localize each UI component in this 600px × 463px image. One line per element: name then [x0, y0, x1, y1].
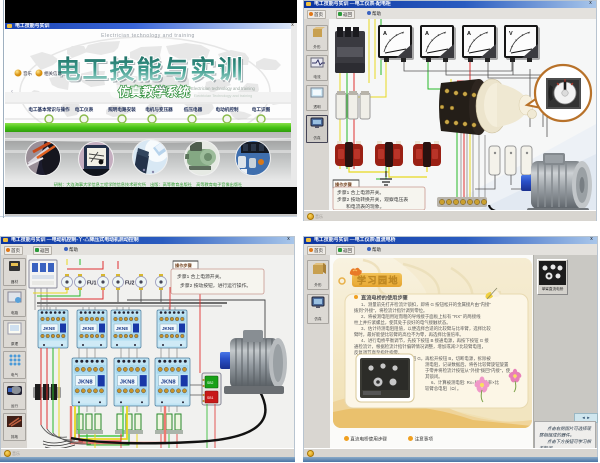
svg-text:JKN8: JKN8: [78, 379, 94, 385]
svg-text:点击下方按钮可学习相: 点击下方按钮可学习相: [547, 439, 592, 444]
svg-text:-CC: -CC: [157, 86, 166, 92]
svg-text:2、将被测电阻用短而粗的导线接于面板上标有 "RX" 的两接: 2、将被测电阻用短而粗的导线接于面板上标有 "RX" 的两接线: [361, 313, 481, 320]
svg-text:V: V: [509, 31, 513, 37]
svg-text:于零并将检流计按钮从"外接"拨回"内接"，使: 于零并将检流计按钮从"外接"拨回"内接"，使: [425, 367, 511, 374]
svg-text:音乐: 音乐: [23, 70, 32, 77]
svg-text:测电阻，记录数据后。将各比较臂旋钮旋置: 测电阻，记录数据后。将各比较臂旋钮旋置: [425, 361, 509, 368]
svg-text:JKN8: JKN8: [116, 326, 128, 331]
svg-text:步骤1 合上电源开关。: 步骤1 合上电源开关。: [337, 189, 384, 196]
svg-text:Electrician technology and tra: Electrician technology and training: [101, 33, 195, 39]
svg-text:SB2: SB2: [207, 381, 214, 385]
svg-text:电工基本常识与操作: 电工基本常识与操作: [28, 106, 70, 113]
svg-text:3、估计待测电阻阻值，以便选择合适的比较臂与比率臂，选择比较: 3、估计待测电阻阻值，以便选择合适的比较臂与比率臂，选择比较: [361, 325, 491, 332]
svg-text:柱上并拧紧螺丝，使其处于良好的电气接触状态。: 柱上并拧紧螺丝，使其处于良好的电气接触状态。: [354, 319, 451, 326]
svg-text:Electrician Technology and: Electrician Technology and training: [194, 94, 253, 98]
svg-text:FU1: FU1: [87, 281, 97, 287]
svg-text:察相组成的器件。: 察相组成的器件。: [539, 433, 574, 438]
svg-text:相关信息: 相关信息: [44, 70, 62, 77]
svg-text:低压电器: 低压电器: [183, 106, 203, 113]
svg-text:步骤1 合上电源开关。: 步骤1 合上电源开关。: [177, 273, 224, 280]
svg-text:SB1: SB1: [207, 396, 214, 400]
svg-text:研制：大连海事大学信息工程学院信息技术研究所 出版：高等教育: 研制：大连海事大学信息工程学院信息技术研究所 出版：高等教育出版社 高等教育电子…: [54, 181, 242, 187]
svg-text:A: A: [425, 31, 429, 37]
svg-text:电工仪表: 电工仪表: [75, 106, 94, 113]
svg-text:学习园地: 学习园地: [357, 275, 399, 286]
svg-text:1、测量前先打开检流计锁扣，即将 G 按钮松开的金属接片由": 1、测量前先打开检流计锁扣，即将 G 按钮松开的金属接片由"内接": [361, 301, 491, 308]
svg-text:其锁闭。: 其锁闭。: [425, 373, 443, 380]
svg-text:步骤2 按动转换开关，观察电压表: 步骤2 按动转换开关，观察电压表: [337, 196, 408, 203]
svg-text:电机与变压器: 电机与变压器: [145, 106, 173, 113]
svg-text:FU2: FU2: [125, 281, 135, 287]
svg-text:照明电路安装: 照明电路安装: [108, 106, 136, 113]
svg-text:JKN8: JKN8: [120, 379, 136, 385]
svg-text:通检流计，根据检流计指针偏转情况调整，增加或减少比较臂电阻，: 通检流计，根据检流计指针偏转情况调整，增加或减少比较臂电阻，: [354, 343, 486, 350]
svg-text:JKN8: JKN8: [43, 326, 55, 331]
svg-text:4、进行电桥平衡调节，先按下按钮 B 接通电源，再按下按钮: 4、进行电桥平衡调节，先按下按钮 B 接通电源，再按下按钮 G 接: [361, 337, 489, 344]
svg-text:JKN8: JKN8: [82, 326, 94, 331]
svg-text:A: A: [467, 31, 471, 37]
svg-text:点击右侧图片可选择观: 点击右侧图片可选择观: [547, 426, 592, 431]
svg-text:仿真教学系统: 仿真教学系统: [118, 84, 190, 99]
svg-text:步骤2 按动按钮，进行运行操作。: 步骤2 按动按钮，进行运行操作。: [180, 282, 251, 289]
svg-text:JKN8: JKN8: [161, 379, 177, 385]
svg-text:拨到"外接"，将检流计指针调到零位。: 拨到"外接"，将检流计指针调到零位。: [354, 307, 427, 314]
svg-text:和电流表的现象。: 和电流表的现象。: [346, 203, 384, 210]
svg-text:JKN8: JKN8: [162, 326, 174, 331]
svg-text:直流电桥的使用步骤: 直流电桥的使用步骤: [361, 294, 409, 302]
svg-text:‹: ‹: [11, 89, 13, 95]
svg-text:Electrician technology and tra: Electrician technology and training: [191, 86, 255, 91]
svg-text:较臂总电阻（Ω）。: 较臂总电阻（Ω）。: [425, 385, 461, 392]
svg-text:电工技能与实训: 电工技能与实训: [55, 55, 244, 84]
svg-text:操作步骤: 操作步骤: [175, 262, 193, 269]
svg-text:臂时，最好能使比较臂的高位不为零，再选择比值倍率。: 臂时，最好能使比较臂的高位不为零，再选择比值倍率。: [354, 331, 464, 338]
svg-text:A: A: [383, 31, 387, 37]
svg-text:电动机控制: 电动机控制: [216, 106, 239, 113]
svg-text:电工识图: 电工识图: [252, 106, 271, 113]
